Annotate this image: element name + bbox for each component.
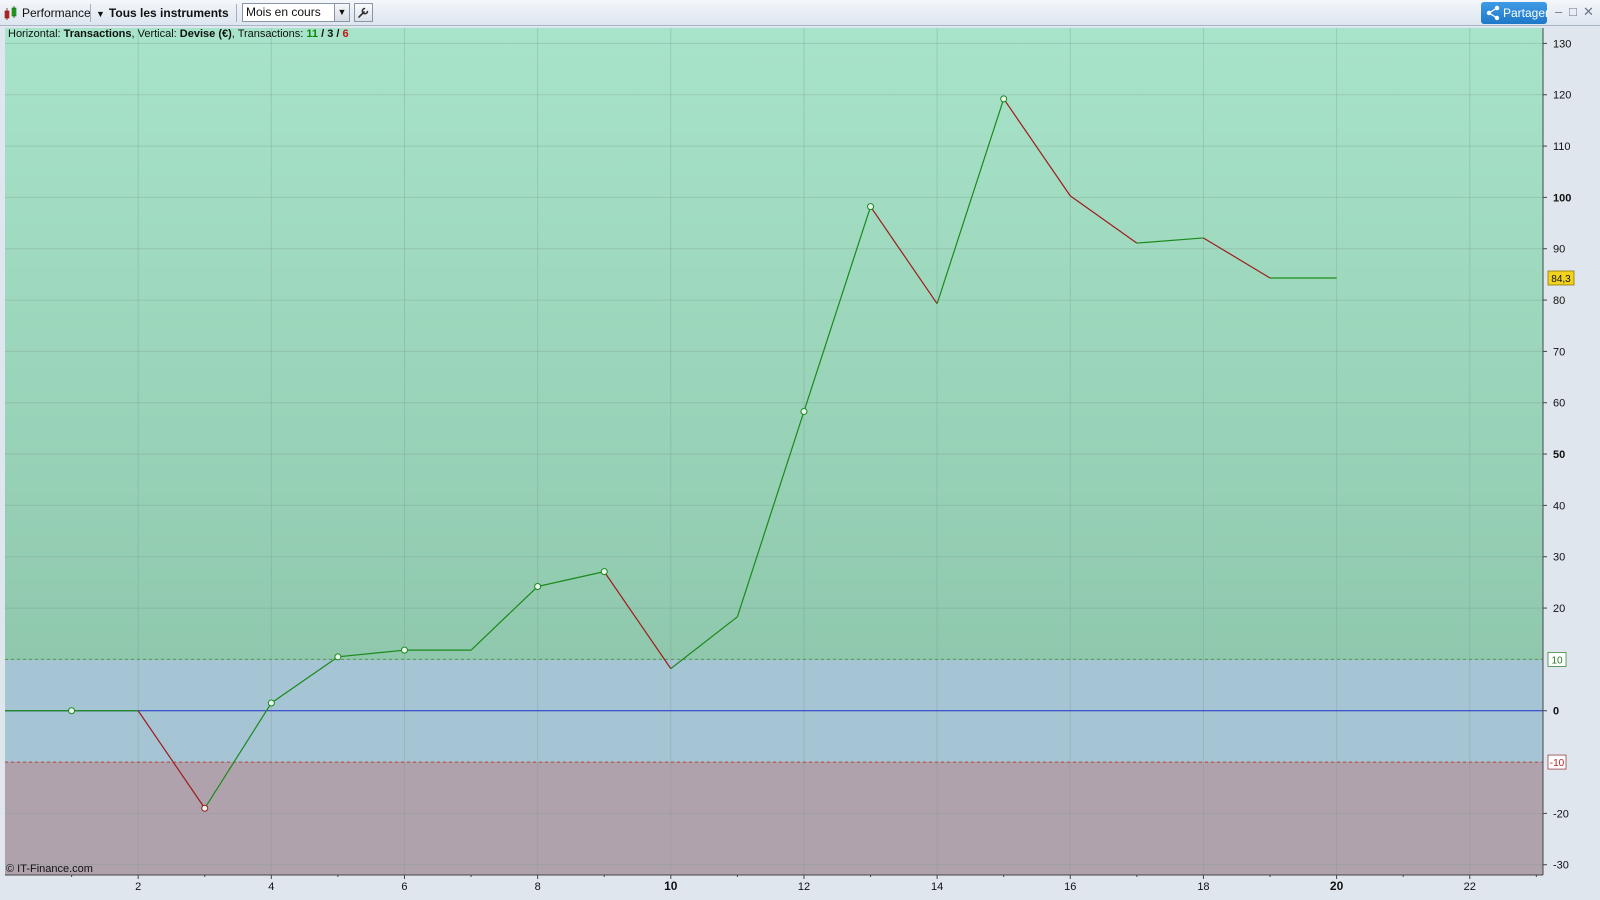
wrench-icon[interactable]: [354, 3, 373, 22]
y-tick-label: 70: [1553, 346, 1565, 358]
y-tick-label: -20: [1553, 808, 1569, 820]
x-tick-label: 6: [401, 881, 407, 893]
toolbar-separator: [236, 4, 237, 22]
copyright-text: © IT-Finance.com: [6, 863, 93, 875]
instruments-label: Tous les instruments: [108, 6, 229, 20]
data-point: [800, 407, 808, 415]
y-tick-label: 120: [1553, 90, 1571, 102]
share-button[interactable]: Partager: [1481, 2, 1550, 24]
legend-horizontal-value: Transactions: [63, 28, 132, 40]
data-point: [534, 583, 542, 591]
toolbar: Performance ▼ Tous les instruments Mois e…: [0, 0, 1600, 26]
y-tick-label: 40: [1553, 500, 1565, 512]
x-tick-label: 2: [135, 881, 141, 893]
tx-separator: /: [318, 28, 328, 40]
period-select[interactable]: Mois en cours ▼: [242, 3, 350, 22]
data-point: [600, 568, 608, 576]
x-tick-label: 16: [1064, 881, 1076, 893]
minimize-icon[interactable]: –: [1555, 4, 1562, 20]
x-tick-label: 22: [1464, 881, 1476, 893]
data-point: [1000, 95, 1008, 103]
share-icon: [1486, 5, 1500, 21]
data-point: [267, 699, 275, 707]
x-tick-label: 10: [664, 879, 678, 893]
chart-legend: Horizontal: Transactions, Vertical: Devi…: [8, 28, 349, 40]
data-point: [68, 707, 76, 715]
x-tick-label: 18: [1197, 881, 1209, 893]
y-tick-label: 50: [1553, 449, 1565, 461]
candlestick-icon: [4, 6, 17, 20]
lower-threshold-badge-label: -10: [1550, 758, 1565, 769]
y-tick-label: 100: [1553, 192, 1571, 204]
maximize-icon[interactable]: □: [1569, 4, 1577, 20]
tx-losing-count: 6: [342, 28, 349, 40]
instruments-dropdown[interactable]: ▼ Tous les instruments: [96, 3, 229, 23]
y-tick-label: 20: [1553, 603, 1565, 615]
y-tick-label: 130: [1553, 38, 1571, 50]
data-point: [334, 653, 342, 661]
y-tick-label: 30: [1553, 552, 1565, 564]
y-tick-label: 90: [1553, 244, 1565, 256]
x-tick-label: 12: [798, 881, 810, 893]
y-tick-label: -30: [1553, 860, 1569, 872]
y-tick-label: 110: [1553, 141, 1571, 153]
performance-chart: -30 -20 0 20 30 40 50 60 70 80 90 100 110 120 130 10 -10…: [5, 28, 1575, 893]
legend-transactions-label: , Transactions:: [231, 28, 307, 40]
legend-vertical-label: , Vertical:: [131, 28, 180, 40]
profit-zone: [5, 28, 1543, 660]
performance-label: Performance: [22, 6, 91, 20]
y-tick-label: 0: [1553, 706, 1559, 718]
x-tick-label: 20: [1330, 879, 1344, 893]
data-point: [867, 203, 875, 211]
tx-winning-count: 11: [306, 28, 319, 40]
close-icon[interactable]: ✕: [1583, 4, 1594, 20]
period-value: Mois en cours: [246, 5, 321, 19]
share-label: Partager: [1503, 6, 1550, 20]
data-point: [201, 804, 209, 812]
toolbar-separator: [90, 4, 91, 22]
y-tick-label: 60: [1553, 398, 1565, 410]
chart-area: -30 -20 0 20 30 40 50 60 70 80 90 100 110 120 130 10 -10…: [0, 26, 1600, 900]
caret-down-icon: ▼: [96, 9, 105, 19]
upper-threshold-badge-label: 10: [1551, 655, 1563, 666]
loss-zone: [5, 762, 1543, 875]
x-tick-label: 4: [268, 881, 274, 893]
data-point: [400, 646, 408, 654]
y-tick-label: 80: [1553, 295, 1565, 307]
performance-button[interactable]: Performance: [4, 3, 91, 23]
chevron-down-icon[interactable]: ▼: [334, 4, 349, 21]
x-tick-label: 8: [535, 881, 541, 893]
legend-vertical-value: Devise (€): [179, 28, 232, 40]
x-tick-label: 14: [931, 881, 943, 893]
last-value-label: 84,3: [1551, 274, 1571, 285]
legend-horizontal-label: Horizontal:: [8, 28, 64, 40]
